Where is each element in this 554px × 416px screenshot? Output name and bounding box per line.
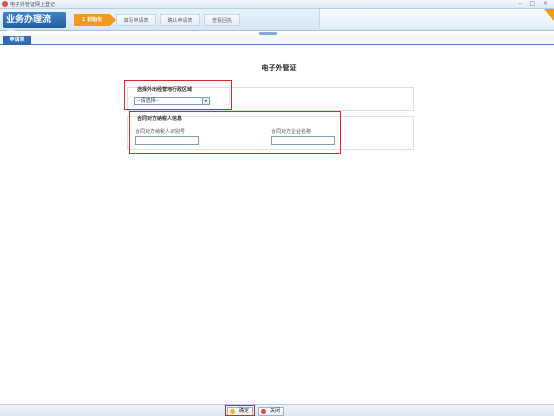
company-name-input[interactable]	[271, 136, 335, 145]
tab-bar: 申请表	[0, 35, 554, 45]
tab-application-form[interactable]: 申请表	[3, 36, 31, 45]
region-section-label: 选择外出经营地行政区域	[137, 87, 193, 93]
taxpayer-id-input[interactable]	[135, 136, 199, 145]
close-button[interactable]: 关闭	[258, 407, 285, 416]
step-confirm-application[interactable]: 确认申请表	[160, 14, 200, 26]
partner-section-label: 合同对方纳税人信息	[137, 116, 183, 122]
chevron-down-icon[interactable]: ▾	[202, 98, 209, 104]
confirm-button[interactable]: 确定	[227, 407, 254, 416]
window-controls[interactable]: – □ ×	[518, 0, 551, 7]
title-bar: 电子外管证网上登记 – □ ×	[0, 0, 554, 9]
flow-right-panel	[319, 9, 554, 29]
step-view-receipt[interactable]: 查看回执	[204, 14, 240, 26]
company-name-label: 合同对方企业名称	[271, 129, 312, 135]
close-button-label: 关闭	[270, 408, 281, 414]
bottom-toolbar: 确定 关闭	[0, 404, 554, 416]
page-title: 电子外管证	[261, 64, 297, 72]
region-select-value: --请选择--	[137, 98, 160, 104]
app-icon	[2, 1, 8, 7]
window-title: 电子外管证网上登记	[10, 2, 56, 8]
process-flow-title: 业务办理流程：	[3, 12, 66, 41]
step-label: 初始化	[87, 17, 103, 23]
close-icon	[261, 409, 266, 414]
step-number: 1	[81, 17, 86, 23]
region-select[interactable]: --请选择-- ▾	[134, 97, 210, 105]
confirm-icon	[230, 409, 235, 414]
process-flow-bar: 业务办理流程： 1 初始化 填写申请表 确认申请表 查看回执	[0, 9, 554, 41]
taxpayer-id-label: 合同对方纳税人识别号	[135, 129, 186, 135]
step-initialize[interactable]: 1 初始化	[74, 14, 116, 26]
step-fill-application[interactable]: 填写申请表	[116, 14, 156, 26]
confirm-button-label: 确定	[239, 408, 250, 414]
